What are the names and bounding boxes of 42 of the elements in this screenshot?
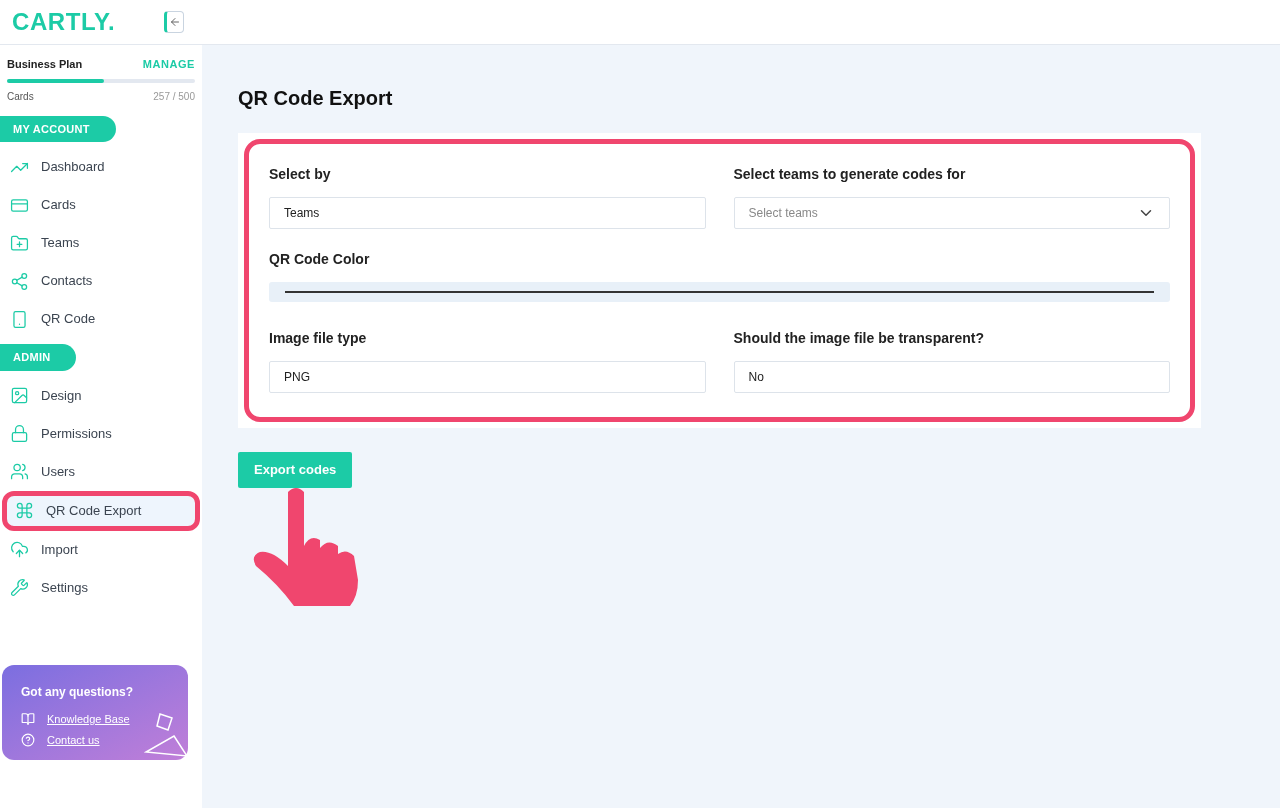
- field-label: QR Code Color: [269, 250, 371, 269]
- command-key-icon: [15, 501, 34, 520]
- nav-item[interactable]: Settings: [2, 568, 200, 607]
- help-title: Got any questions?: [21, 684, 134, 701]
- wrench-icon: [10, 578, 29, 597]
- field-label: Image file type: [269, 329, 368, 348]
- nav-item[interactable]: Import: [2, 530, 200, 569]
- folder-plus-icon: [10, 233, 29, 253]
- nav-item[interactable]: QR Code Export: [2, 490, 200, 531]
- logo: CARTLY.: [12, 7, 117, 37]
- image-icon: [10, 386, 29, 405]
- nav-item[interactable]: Teams: [2, 224, 200, 262]
- nav-item[interactable]: Dashboard: [2, 148, 200, 186]
- nav-item[interactable]: Contacts: [2, 262, 200, 300]
- help-icon: [21, 732, 35, 747]
- lock-icon: [10, 424, 29, 443]
- input-field[interactable]: No: [733, 361, 1170, 393]
- usage-label: Cards: [7, 89, 34, 104]
- field-label: Should the image file be transparent?: [733, 329, 985, 348]
- input-field[interactable]: Teams: [269, 197, 706, 229]
- nav-item[interactable]: Cards: [2, 186, 200, 224]
- section-header: ADMIN: [0, 344, 77, 371]
- usage-reading: 257 / 500: [153, 89, 195, 104]
- users-icon: [10, 462, 29, 481]
- decoration-drawing: [144, 710, 188, 760]
- share-icon: [10, 271, 29, 291]
- field-label: Select teams to generate codes for: [733, 165, 967, 184]
- nav-item[interactable]: Permissions: [2, 414, 200, 453]
- arrow-left-icon: [169, 16, 181, 28]
- phone-icon: [10, 309, 29, 329]
- nav-item[interactable]: Design: [2, 376, 200, 415]
- book-icon: [21, 712, 35, 727]
- input-field[interactable]: PNG: [269, 361, 706, 393]
- section-header: MY ACCOUNT: [0, 115, 116, 142]
- plan-name: Business Plan: [7, 57, 83, 72]
- page-title: QR Code Export: [238, 86, 394, 111]
- nav-item[interactable]: Users: [2, 452, 200, 491]
- cloud-upload-icon: [10, 540, 29, 559]
- nav-item[interactable]: QR Code: [2, 300, 200, 338]
- color-picker[interactable]: [269, 282, 1170, 302]
- select-field[interactable]: Select teams: [733, 197, 1170, 229]
- field-label: Select by: [269, 165, 332, 184]
